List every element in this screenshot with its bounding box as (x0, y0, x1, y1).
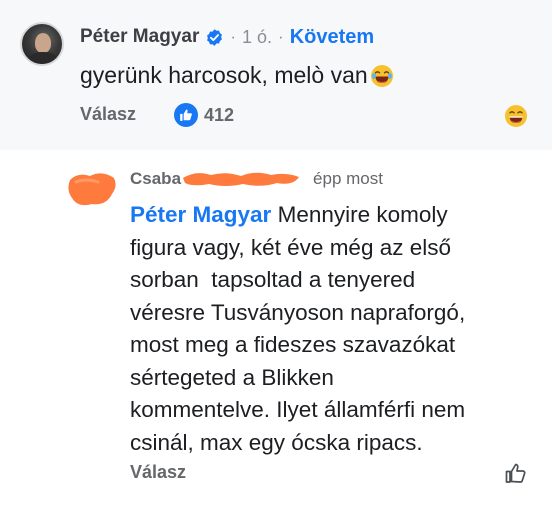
avatar-body (28, 52, 58, 64)
verified-badge-icon (207, 28, 223, 46)
redaction-scribble (183, 172, 300, 186)
reply-button[interactable]: Válasz (80, 104, 136, 125)
separator-dot: · (230, 27, 237, 46)
reply-author-name[interactable]: Csaba (130, 169, 181, 189)
reply-line: most meg a fideszes szavazókat (130, 332, 456, 357)
avatar-face (35, 33, 51, 53)
avatar-redacted[interactable] (68, 170, 118, 210)
reply-button[interactable]: Válasz (130, 462, 186, 483)
comment-time[interactable]: 1 ó. (242, 27, 272, 48)
reply-line: Péter Magyar Mennyire komoly (130, 199, 540, 232)
reply-line: csinál, max egy ócska ripacs. (130, 429, 423, 455)
separator-dot: · (278, 27, 284, 46)
reply-line: véresre Tusványoson napraforgó, (130, 299, 466, 325)
follow-button[interactable]: Követem (290, 26, 374, 49)
laughing-emoji-icon (370, 64, 393, 87)
reply-header: Csaba épp most (130, 169, 383, 189)
reply-line: kommentelve. Ilyet államférfi nem (130, 397, 466, 422)
avatar[interactable] (20, 22, 64, 66)
laughing-emoji-icon[interactable] (504, 104, 528, 128)
like-count: 412 (204, 104, 235, 125)
thumbs-up-icon (174, 103, 198, 127)
reply-line-text: Mennyire komoly (271, 202, 448, 227)
reply-line: figura vagy, két éve még az első (130, 234, 451, 260)
like-summary[interactable]: 412 (174, 103, 234, 127)
comment-header: Péter Magyar · 1 ó. · Követem (80, 26, 374, 48)
comment-text-content: gyerünk harcosok, melò van (80, 62, 368, 88)
top-comment: Péter Magyar · 1 ó. · Követem gyerünk ha… (0, 0, 552, 150)
mention-link[interactable]: Péter Magyar (130, 202, 271, 227)
reply-time[interactable]: épp most (313, 169, 383, 189)
reply-line: sorban tapsoltad a tenyered (130, 267, 416, 292)
reply-line: sértegeted a Blikken (130, 364, 334, 390)
thumbs-up-icon[interactable] (504, 461, 528, 485)
comment-text: gyerünk harcosok, melò van (80, 62, 394, 89)
author-name[interactable]: Péter Magyar (80, 26, 199, 48)
reply-text: Péter Magyar Mennyire komoly figura vagy… (130, 199, 540, 459)
